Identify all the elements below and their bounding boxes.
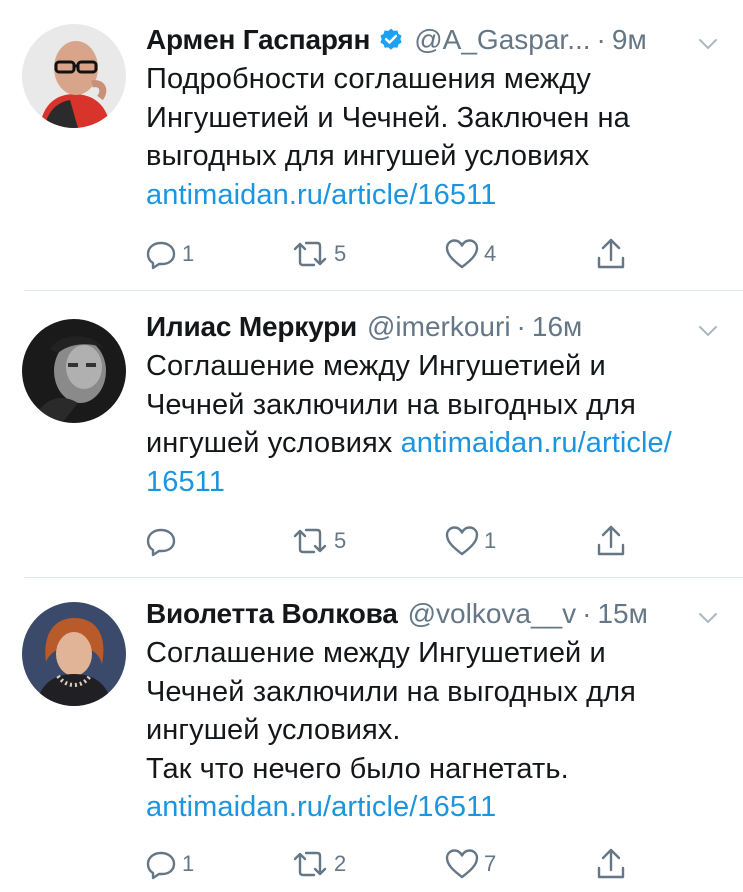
tweet-link[interactable]: antimaidan.ru/article/ bbox=[401, 427, 672, 459]
avatar-image bbox=[22, 24, 126, 128]
handle[interactable]: @volkova__v bbox=[408, 598, 577, 630]
retweet-count: 5 bbox=[334, 528, 347, 553]
like-icon bbox=[444, 524, 480, 558]
chevron-down-icon[interactable] bbox=[697, 317, 719, 339]
tweet-link[interactable]: antimaidan.ru/article/16511 bbox=[146, 791, 496, 823]
retweet-button[interactable]: 5 bbox=[290, 523, 346, 559]
tweet-text: Соглашение между Ингушетией и Чечней зак… bbox=[146, 634, 713, 827]
reply-button[interactable] bbox=[144, 523, 182, 559]
text-line: Чечней заключили на выгодных для bbox=[146, 388, 636, 421]
retweet-count: 2 bbox=[334, 851, 347, 876]
text-line: Чечней заключили на выгодных для bbox=[146, 675, 636, 708]
tweet-link[interactable]: antimaidan.ru/article/16511 bbox=[146, 179, 496, 211]
share-button[interactable] bbox=[594, 846, 628, 882]
chevron-down-icon[interactable] bbox=[697, 604, 719, 626]
like-button[interactable]: 4 bbox=[444, 236, 496, 272]
text-line: Соглашение между Ингушетией и bbox=[146, 637, 606, 669]
retweet-count: 5 bbox=[334, 241, 347, 266]
tweet-text: Соглашение между Ингушетией и Чечней зак… bbox=[146, 347, 713, 501]
chevron-down-icon[interactable] bbox=[697, 30, 719, 52]
tweet-header: Армен Гаспарян @A_Gaspar... · 9м bbox=[146, 20, 723, 60]
tweet-2[interactable]: Илиас Меркури @imerkouri · 16м Соглашени… bbox=[0, 291, 743, 577]
tweet-1[interactable]: Армен Гаспарян @A_Gaspar... · 9м Подробн… bbox=[0, 0, 743, 290]
avatar[interactable] bbox=[22, 319, 126, 423]
tweet-3[interactable]: Виолетта Волкова @volkova__v · 15м Согла… bbox=[0, 578, 743, 892]
share-icon bbox=[594, 846, 628, 882]
separator-dot: · bbox=[516, 311, 526, 342]
text-line: Соглашение между Ингушетией и bbox=[146, 350, 606, 382]
reply-count: 1 bbox=[182, 851, 195, 876]
tweet-link-continued[interactable]: 16511 bbox=[146, 466, 225, 498]
reply-icon bbox=[144, 524, 178, 558]
separator-dot: · bbox=[596, 24, 606, 55]
text-line: ингушей условиях bbox=[146, 427, 401, 459]
timestamp[interactable]: 16м bbox=[532, 311, 582, 343]
timestamp[interactable]: 15м bbox=[597, 598, 647, 630]
display-name[interactable]: Виолетта Волкова bbox=[146, 598, 398, 630]
action-bar: 1 5 4 bbox=[144, 236, 644, 272]
reply-icon bbox=[144, 847, 178, 881]
retweet-icon bbox=[290, 524, 330, 558]
text-line: Ингушетией и Чечней. Заключен на bbox=[146, 101, 630, 134]
display-name[interactable]: Армен Гаспарян bbox=[146, 24, 370, 56]
like-count: 4 bbox=[484, 241, 497, 266]
share-button[interactable] bbox=[594, 236, 628, 272]
text-line: Подробности соглашения между bbox=[146, 63, 591, 95]
like-icon bbox=[444, 847, 480, 881]
text-line: ингушей условиях. bbox=[146, 714, 401, 746]
avatar[interactable] bbox=[22, 602, 126, 706]
tweet-header: Виолетта Волкова @volkova__v · 15м bbox=[146, 594, 723, 634]
action-bar: 5 1 bbox=[144, 523, 644, 559]
reply-button[interactable]: 1 bbox=[144, 236, 194, 272]
text-line: Так что нечего было нагнетать. bbox=[146, 752, 569, 785]
retweet-icon bbox=[290, 237, 330, 271]
like-icon bbox=[444, 237, 480, 271]
retweet-button[interactable]: 5 bbox=[290, 236, 346, 272]
like-button[interactable]: 1 bbox=[444, 523, 496, 559]
avatar-image bbox=[22, 319, 126, 423]
reply-icon bbox=[144, 237, 178, 271]
like-count: 7 bbox=[484, 851, 497, 876]
handle[interactable]: @imerkouri bbox=[367, 311, 511, 343]
verified-badge-icon bbox=[378, 27, 404, 53]
timestamp[interactable]: 9м bbox=[612, 24, 647, 56]
retweet-icon bbox=[290, 847, 330, 881]
tweet-text: Подробности соглашения между Ингушетией … bbox=[146, 60, 713, 214]
share-icon bbox=[594, 523, 628, 559]
avatar[interactable] bbox=[22, 24, 126, 128]
retweet-button[interactable]: 2 bbox=[290, 846, 346, 882]
text-line: выгодных для ингушей условиях bbox=[146, 140, 590, 172]
share-button[interactable] bbox=[594, 523, 628, 559]
reply-count: 1 bbox=[182, 241, 195, 266]
tweet-header: Илиас Меркури @imerkouri · 16м bbox=[146, 307, 723, 347]
share-icon bbox=[594, 236, 628, 272]
avatar-image bbox=[22, 602, 126, 706]
display-name[interactable]: Илиас Меркури bbox=[146, 311, 357, 343]
separator-dot: · bbox=[582, 598, 592, 629]
reply-button[interactable]: 1 bbox=[144, 846, 194, 882]
like-button[interactable]: 7 bbox=[444, 846, 496, 882]
like-count: 1 bbox=[484, 528, 497, 553]
handle[interactable]: @A_Gaspar... bbox=[414, 24, 590, 56]
action-bar: 1 2 7 bbox=[144, 846, 644, 882]
